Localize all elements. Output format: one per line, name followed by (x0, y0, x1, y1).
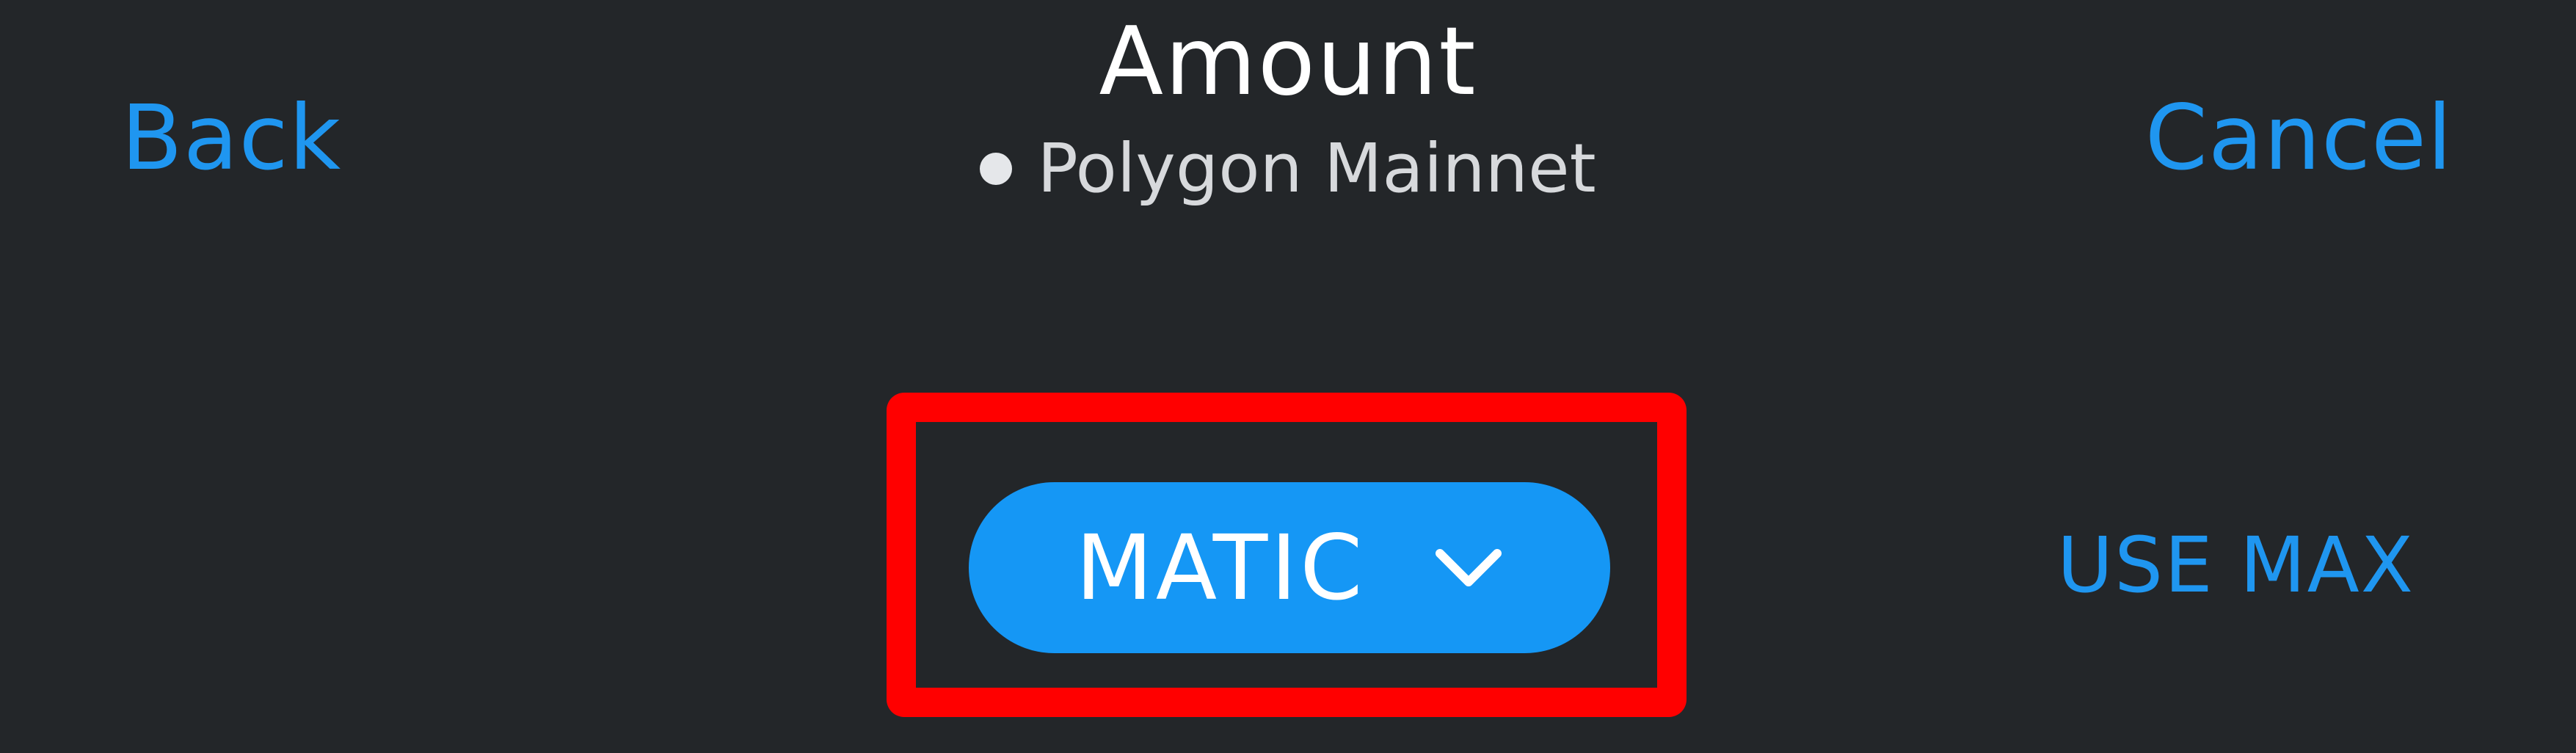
amount-screen: Back Amount Polygon Mainnet Cancel MATIC… (0, 0, 2576, 753)
use-max-button[interactable]: USE MAX (2057, 521, 2415, 609)
token-selector-button[interactable]: MATIC (969, 482, 1610, 653)
network-name: Polygon Mainnet (1037, 129, 1596, 208)
token-symbol: MATIC (1075, 515, 1366, 620)
cancel-button[interactable]: Cancel (2145, 87, 2453, 189)
chevron-down-icon (1436, 548, 1502, 586)
network-status-dot-icon (980, 153, 1013, 185)
network-indicator: Polygon Mainnet (980, 128, 1596, 209)
